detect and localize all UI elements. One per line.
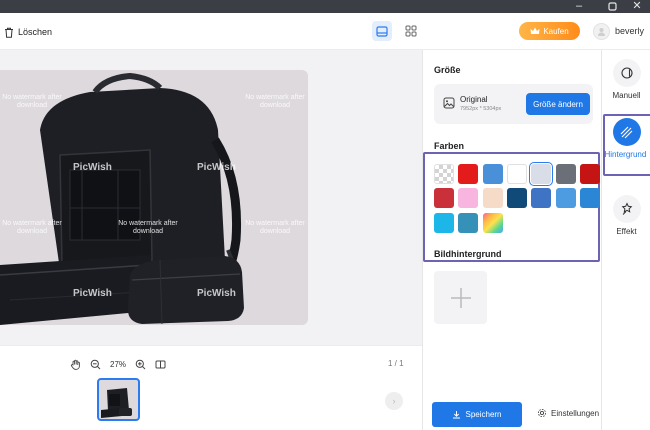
plus-icon	[450, 287, 471, 308]
chevron-right-icon: ›	[392, 396, 396, 406]
single-view-button[interactable]	[372, 21, 392, 41]
zoom-in-icon[interactable]	[135, 359, 146, 370]
username: beverly	[615, 26, 645, 36]
color-swatch[interactable]	[458, 164, 479, 184]
watermark-logo: PicWish	[197, 162, 236, 173]
watermark-text: No watermark after download	[2, 94, 62, 109]
trash-icon	[5, 27, 13, 38]
color-swatch[interactable]	[531, 164, 552, 184]
download-icon	[453, 411, 461, 419]
avatar	[593, 22, 610, 40]
maximize-icon[interactable]	[601, 0, 623, 13]
watermark-text: No watermark after download	[245, 220, 305, 235]
buy-button[interactable]: Kaufen	[519, 22, 580, 40]
gear-icon	[537, 408, 547, 418]
watermark-text: No watermark after download	[118, 220, 178, 235]
color-swatch[interactable]	[579, 164, 600, 184]
settings-label: Einstellungen	[551, 408, 600, 418]
user-icon	[598, 27, 605, 36]
minimize-icon[interactable]: –	[568, 0, 590, 13]
size-name: Original	[460, 95, 488, 104]
watermark-logo: PicWish	[73, 288, 112, 299]
rail-item-manual[interactable]: Manuell	[602, 59, 650, 100]
size-dimensions: 7952px * 5304px	[460, 106, 502, 112]
background-section-title: Bildhintergrund	[434, 249, 502, 259]
color-swatch[interactable]	[482, 164, 503, 184]
single-view-icon	[376, 25, 388, 37]
manual-icon-wrap	[612, 59, 641, 87]
color-swatch[interactable]	[458, 212, 479, 233]
page-indicator: 1 / 1	[388, 359, 404, 368]
colors-section-title: Farben	[434, 141, 465, 151]
effect-icon-wrap	[612, 195, 641, 223]
rail-label: Manuell	[612, 91, 641, 100]
color-swatch[interactable]	[555, 188, 576, 209]
manual-icon	[620, 67, 633, 79]
rail-label: Effekt	[616, 227, 637, 236]
buy-label: Kaufen	[543, 26, 569, 36]
rail-item-effect[interactable]: Effekt	[602, 195, 650, 236]
color-swatch[interactable]	[434, 164, 454, 184]
delete-button[interactable]: Löschen	[4, 24, 52, 40]
image-preview[interactable]: No watermark after download No watermark…	[0, 70, 308, 325]
top-toolbar: Löschen Kaufen beverly	[0, 13, 650, 50]
save-label: Speichern	[465, 410, 502, 419]
watermark-logo: PicWish	[197, 288, 236, 299]
color-swatch[interactable]	[506, 188, 527, 209]
hand-icon[interactable]	[70, 359, 81, 370]
title-bar: – ✕	[0, 0, 650, 13]
color-swatch[interactable]	[458, 188, 479, 209]
color-swatch[interactable]	[506, 164, 527, 184]
grid-view-icon	[405, 25, 417, 37]
close-icon[interactable]: ✕	[626, 0, 648, 13]
effect-icon	[621, 202, 632, 215]
delete-label: Löschen	[18, 27, 53, 37]
zoom-controls: 27%	[70, 356, 166, 372]
change-size-button[interactable]: Größe ändern	[526, 93, 590, 115]
color-swatch[interactable]	[482, 188, 503, 209]
zoom-level: 27%	[110, 359, 127, 369]
watermark-text: No watermark after download	[245, 94, 305, 109]
compare-icon[interactable]	[155, 359, 166, 370]
background-highlight	[603, 114, 650, 176]
image-thumbnail[interactable]	[97, 378, 140, 421]
color-swatch[interactable]	[434, 188, 454, 209]
watermark-text: No watermark after download	[2, 220, 62, 235]
color-swatch[interactable]	[579, 188, 600, 209]
tool-rail: Manuell Hintergrund Effekt	[601, 50, 650, 430]
color-swatch[interactable]	[434, 212, 454, 233]
watermark-logo: PicWish	[73, 162, 112, 173]
user-menu[interactable]: beverly	[593, 22, 644, 40]
size-card: Original 7952px * 5304px Größe ändern	[434, 84, 593, 124]
size-section-title: Größe	[434, 65, 461, 75]
crown-icon	[530, 27, 540, 34]
bottom-bar: 27% 1 / 1 ›	[0, 345, 422, 430]
settings-panel: Größe Original 7952px * 5304px Größe änd…	[422, 50, 601, 430]
color-swatch[interactable]	[482, 212, 503, 233]
color-swatch[interactable]	[531, 188, 552, 209]
grid-view-button[interactable]	[401, 21, 421, 41]
zoom-out-icon[interactable]	[90, 359, 101, 370]
settings-button[interactable]: Einstellungen	[537, 408, 599, 418]
backpack-thumbnail	[101, 388, 132, 418]
save-button[interactable]: Speichern	[432, 402, 522, 427]
next-image-button[interactable]: ›	[385, 392, 403, 410]
color-swatch[interactable]	[555, 164, 576, 184]
canvas-area: No watermark after download No watermark…	[0, 50, 422, 345]
add-background-button[interactable]	[434, 271, 487, 324]
image-size-icon	[443, 97, 455, 109]
